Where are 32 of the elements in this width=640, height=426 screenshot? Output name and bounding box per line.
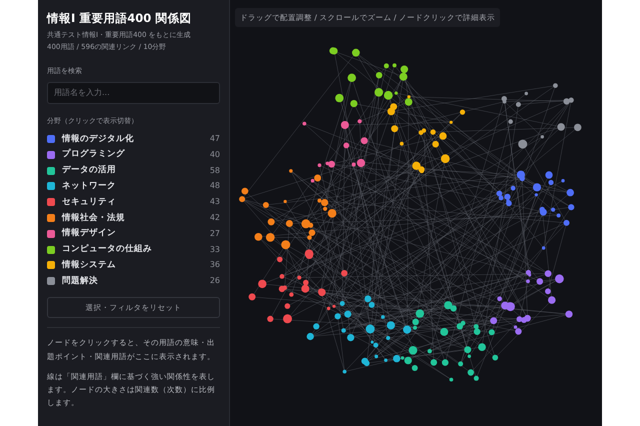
category-count: 42 — [210, 212, 220, 224]
category-name: コンピュータの仕組み — [62, 243, 152, 256]
category-count: 26 — [210, 275, 220, 288]
category-item[interactable]: プログラミング 40 — [47, 146, 220, 163]
category-item[interactable]: データの活用 58 — [47, 162, 220, 178]
category-item[interactable]: 情報のデジタル化 47 — [47, 131, 220, 147]
category-count: 40 — [210, 148, 220, 161]
app-title: 情報Ⅰ 重要用語400 関係図 — [47, 10, 192, 27]
category-item[interactable]: 情報デザイン 27 — [47, 226, 220, 242]
category-count: 58 — [210, 164, 220, 177]
category-name: 情報デザイン — [62, 227, 116, 240]
category-name: 情報システム — [62, 259, 116, 272]
category-item[interactable]: セキュリティ 43 — [47, 194, 220, 210]
category-name: プログラミング — [62, 148, 125, 162]
category-name: 情報のデジタル化 — [62, 132, 134, 146]
category-item[interactable]: 情報システム 36 — [47, 258, 220, 274]
category-item[interactable]: ネットワーク 48 — [47, 178, 220, 194]
category-name: セキュリティ — [62, 196, 116, 209]
category-count: 27 — [210, 228, 220, 240]
category-name: 問題解決 — [62, 274, 98, 288]
category-item[interactable]: 問題解決 26 — [47, 273, 220, 290]
category-count: 47 — [210, 132, 220, 145]
category-count: 36 — [210, 259, 220, 272]
category-name: 情報社会・法規 — [62, 212, 125, 224]
category-item[interactable]: コンピュータの仕組み 33 — [47, 242, 220, 258]
category-item[interactable]: 情報社会・法規 42 — [47, 210, 220, 226]
category-name: ネットワーク — [62, 180, 116, 193]
search-field[interactable]: 用語名を入力... — [47, 82, 220, 104]
category-count: 33 — [210, 244, 220, 256]
category-name: データの活用 — [62, 164, 116, 177]
category-count: 43 — [210, 196, 220, 208]
category-count: 48 — [210, 180, 220, 192]
